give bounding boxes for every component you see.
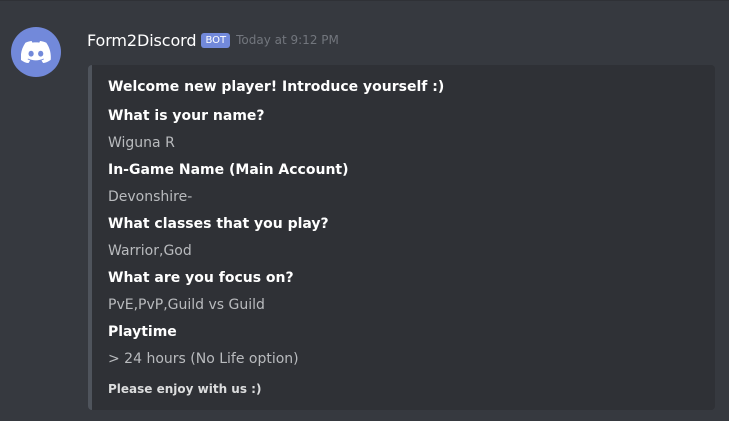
field-name: What is your name? [108,108,265,124]
embed-field-classes: What classes that you play? Warrior,God [108,214,329,261]
bot-badge: BOT [201,32,231,48]
embed-field-ingame-name: In-Game Name (Main Account) Devonshire- [108,160,349,207]
message-header: Form2Discord BOT Today at 9:12 PM [87,29,339,51]
embed-field-playtime: Playtime > 24 hours (No Life option) [108,322,299,369]
chat-message: Form2Discord BOT Today at 9:12 PM Welcom… [0,0,729,421]
field-value: Warrior,God [108,243,192,259]
field-value: Wiguna R [108,135,175,151]
discord-logo-icon [21,41,51,63]
field-value: Devonshire- [108,189,193,205]
field-value: > 24 hours (No Life option) [108,351,299,367]
field-value: PvE,PvP,Guild vs Guild [108,297,265,313]
embed-field-focus: What are you focus on? PvE,PvP,Guild vs … [108,268,294,315]
field-name: In-Game Name (Main Account) [108,162,349,178]
field-name: Playtime [108,324,177,340]
author-name[interactable]: Form2Discord [87,31,197,50]
field-name: What classes that you play? [108,216,329,232]
avatar[interactable] [11,27,61,77]
field-name: What are you focus on? [108,270,294,286]
embed-footer: Please enjoy with us :) [108,382,262,396]
embed-card: Welcome new player! Introduce yourself :… [88,65,715,410]
embed-field-name-question: What is your name? Wiguna R [108,106,265,153]
timestamp[interactable]: Today at 9:12 PM [236,33,339,47]
embed-title: Welcome new player! Introduce yourself :… [108,79,445,95]
